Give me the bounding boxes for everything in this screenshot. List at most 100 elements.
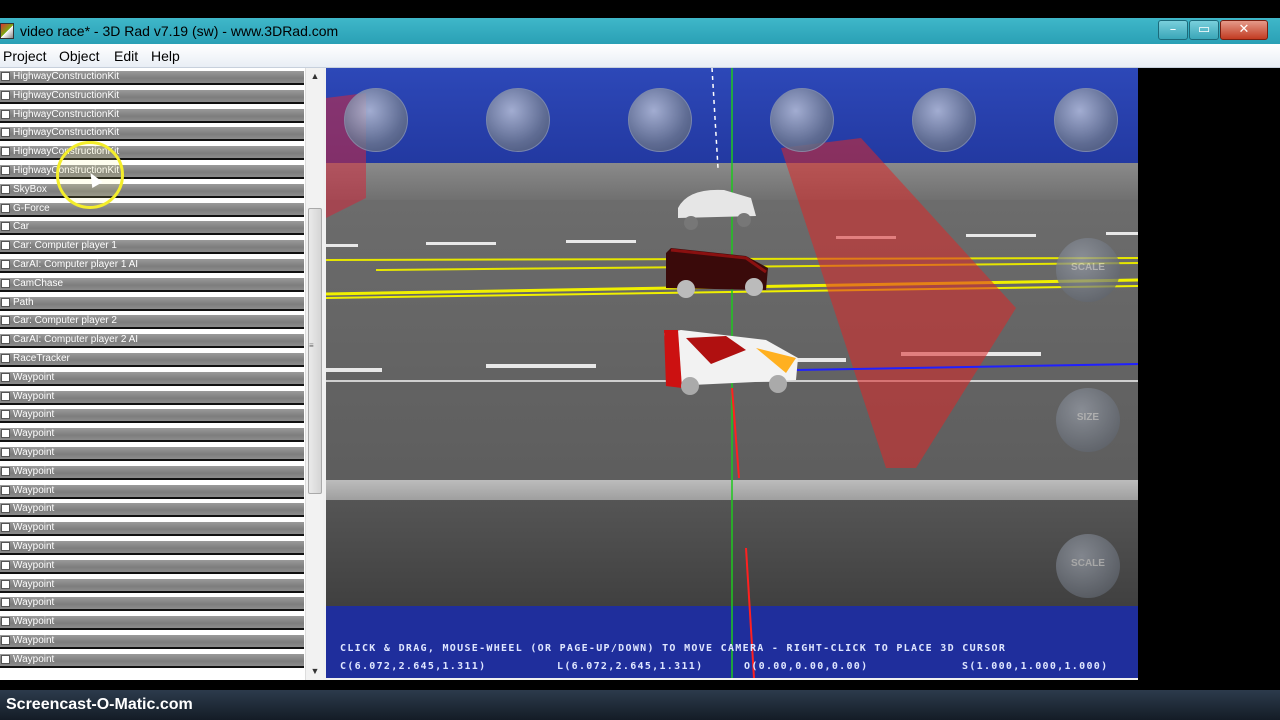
object-list-item[interactable]: Waypoint	[0, 369, 305, 388]
maximize-button[interactable]: ▭	[1189, 20, 1219, 40]
object-checkbox[interactable]	[1, 410, 10, 420]
scale-button[interactable]: SCALE	[1056, 238, 1120, 302]
object-list-item[interactable]: RaceTracker	[0, 350, 305, 369]
object-checkbox[interactable]	[1, 354, 10, 363]
object-checkbox[interactable]	[1, 579, 10, 589]
object-list-item[interactable]: Waypoint	[0, 444, 305, 463]
camera-rotate-button[interactable]	[770, 88, 834, 152]
object-label: G-Force	[13, 202, 50, 214]
object-checkbox[interactable]	[1, 90, 10, 100]
3d-viewport[interactable]: SCALE SIZE SCALE CLICK & DRAG, MOUSE-WHE…	[326, 68, 1138, 678]
object-checkbox[interactable]	[1, 391, 10, 401]
object-list-item[interactable]: HighwayConstructionKit	[0, 106, 305, 125]
object-list-item[interactable]: Waypoint	[0, 500, 305, 519]
minimize-button[interactable]: –	[1158, 20, 1188, 40]
camera-plane-button[interactable]	[628, 88, 692, 152]
object-checkbox[interactable]	[1, 260, 10, 269]
scale-bottom-button[interactable]: SCALE	[1056, 534, 1120, 598]
object-list-item[interactable]: HighwayConstructionKit	[0, 143, 305, 162]
object-list-item[interactable]: Waypoint	[0, 463, 305, 482]
object-list-item[interactable]: Waypoint	[0, 576, 305, 595]
camera-orbit-button[interactable]	[1054, 88, 1118, 152]
object-label: Waypoint	[13, 503, 55, 515]
object-list-item[interactable]: Waypoint	[0, 388, 305, 407]
object-checkbox[interactable]	[1, 128, 10, 138]
object-checkbox[interactable]	[1, 466, 10, 476]
object-checkbox[interactable]	[1, 316, 10, 326]
object-checkbox[interactable]	[1, 72, 10, 81]
close-button[interactable]: ✕	[1220, 20, 1268, 40]
white-car[interactable]	[678, 189, 756, 230]
object-list-scrollbar[interactable]: ▲ ≡ ▼	[305, 68, 323, 680]
object-list-item[interactable]: Car: Computer player 1	[0, 237, 305, 256]
scroll-up-arrow-icon[interactable]: ▲	[306, 68, 324, 85]
menu-help[interactable]: Help	[151, 48, 180, 64]
object-list-item[interactable]: CamChase	[0, 275, 305, 294]
object-list-item[interactable]: CarAI: Computer player 2 AI	[0, 331, 305, 350]
camera-move-up-down-button[interactable]	[486, 88, 550, 152]
object-checkbox[interactable]	[1, 523, 10, 533]
scale-coords: S(1.000,1.000,1.000)	[962, 661, 1109, 672]
object-list-item[interactable]: Waypoint	[0, 482, 305, 501]
camera-turn-button[interactable]	[912, 88, 976, 152]
object-label: Waypoint	[13, 428, 55, 440]
size-button[interactable]: SIZE	[1056, 388, 1120, 452]
object-checkbox[interactable]	[1, 278, 10, 288]
x-axis-line	[745, 547, 755, 678]
lane-mark	[326, 368, 382, 372]
object-list-item[interactable]: Path	[0, 294, 305, 313]
object-checkbox[interactable]	[1, 203, 10, 213]
object-list-item[interactable]: Waypoint	[0, 651, 305, 670]
object-checkbox[interactable]	[1, 147, 10, 157]
object-checkbox[interactable]	[1, 429, 10, 439]
object-list-item[interactable]: SkyBox	[0, 181, 305, 200]
object-checkbox[interactable]	[1, 372, 10, 382]
object-label: Waypoint	[13, 484, 55, 496]
camera-pan-button[interactable]	[344, 88, 408, 152]
object-list-item[interactable]: Waypoint	[0, 613, 305, 632]
object-list-item[interactable]: Car	[0, 218, 305, 237]
scroll-thumb[interactable]	[308, 208, 322, 494]
object-list-item[interactable]: HighwayConstructionKit	[0, 87, 305, 106]
object-checkbox[interactable]	[1, 636, 10, 645]
object-checkbox[interactable]	[1, 654, 10, 664]
object-label: Waypoint	[13, 616, 55, 628]
dark-car[interactable]	[666, 248, 768, 298]
object-checkbox[interactable]	[1, 184, 10, 194]
object-checkbox[interactable]	[1, 504, 10, 514]
object-checkbox[interactable]	[1, 297, 10, 307]
object-checkbox[interactable]	[1, 485, 10, 495]
object-list-item[interactable]: G-Force	[0, 200, 305, 219]
object-checkbox[interactable]	[1, 617, 10, 627]
menu-project[interactable]: Project	[3, 48, 47, 64]
player-car[interactable]	[664, 330, 798, 395]
object-checkbox[interactable]	[1, 166, 10, 175]
object-list-item[interactable]: Waypoint	[0, 538, 305, 557]
trigger-zone	[781, 138, 1016, 468]
object-checkbox[interactable]	[1, 598, 10, 608]
object-checkbox[interactable]	[1, 335, 10, 345]
object-checkbox[interactable]	[1, 448, 10, 457]
object-list-item[interactable]: Waypoint	[0, 406, 305, 425]
object-list-item[interactable]: Waypoint	[0, 632, 305, 651]
app-icon[interactable]	[0, 23, 14, 39]
object-list-item[interactable]: CarAI: Computer player 1 AI	[0, 256, 305, 275]
object-list-item[interactable]: HighwayConstructionKit	[0, 68, 305, 87]
object-list-item[interactable]: Waypoint	[0, 594, 305, 613]
scroll-down-arrow-icon[interactable]: ▼	[306, 663, 324, 680]
object-list-item[interactable]: Waypoint	[0, 519, 305, 538]
object-label: HighwayConstructionKit	[13, 71, 120, 82]
menu-edit[interactable]: Edit	[114, 48, 138, 64]
object-checkbox[interactable]	[1, 241, 10, 251]
object-checkbox[interactable]	[1, 222, 10, 232]
object-list-item[interactable]: HighwayConstructionKit	[0, 124, 305, 143]
object-list-item[interactable]: HighwayConstructionKit	[0, 162, 305, 181]
object-checkbox[interactable]	[1, 542, 10, 551]
object-checkbox[interactable]	[1, 560, 10, 570]
menu-object[interactable]: Object	[59, 48, 99, 64]
lane-mark	[796, 358, 846, 362]
object-list-item[interactable]: Car: Computer player 2	[0, 312, 305, 331]
object-list-item[interactable]: Waypoint	[0, 425, 305, 444]
object-list-item[interactable]: Waypoint	[0, 557, 305, 576]
object-checkbox[interactable]	[1, 109, 10, 119]
